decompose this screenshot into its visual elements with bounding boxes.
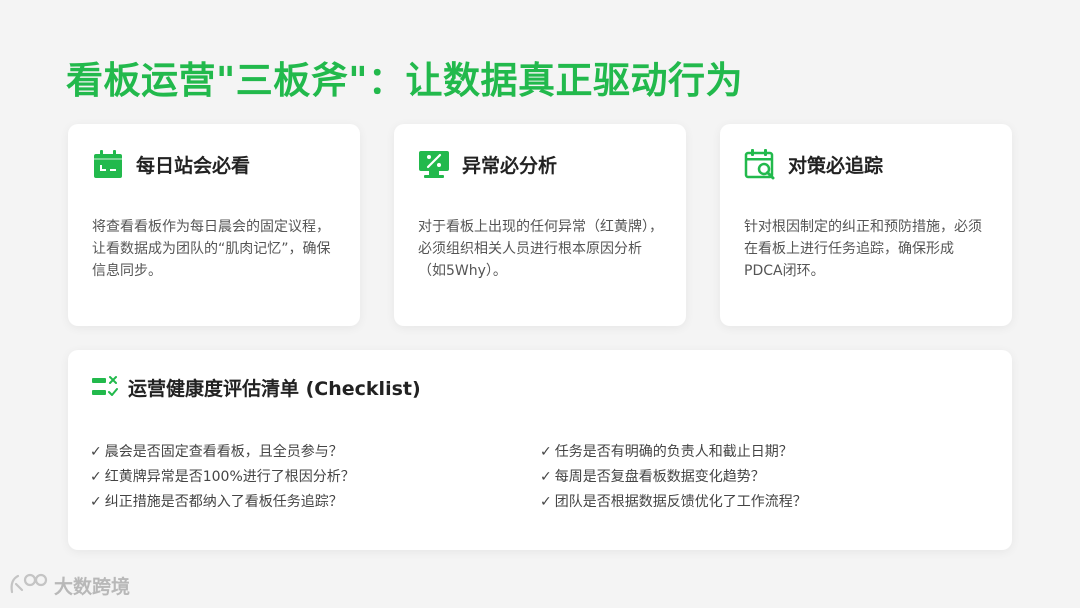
- card-title: 对策必追踪: [788, 154, 884, 177]
- checklist-item: ✓ 红黄牌异常是否100%进行了根因分析？: [90, 469, 355, 485]
- card-description: 对于看板上出现的任何异常（红黄牌），必须组织相关人员进行根本原因分析（如5Why…: [418, 219, 663, 279]
- checklist-icon: [92, 375, 118, 401]
- checklist-item: ✓ 团队是否根据数据反馈优化了工作流程？: [540, 494, 807, 510]
- checklist-title: 运营健康度评估清单 (Checklist): [128, 378, 421, 400]
- checklist-item: ✓ 每周是否复盘看板数据变化趋势？: [540, 469, 765, 485]
- card-countermeasure-tracking: 对策必追踪 针对根因制定的纠正和预防措施，必须在看板上进行任务追踪，确保形成PD…: [720, 124, 1012, 326]
- check-icon: ✓: [540, 494, 552, 510]
- watermark-text: 大数跨境: [54, 575, 131, 598]
- card-description: 将查看看板作为每日晨会的固定议程，让看数据成为团队的“肌肉记忆”，确保信息同步。: [92, 219, 331, 279]
- checklist-column-left: ✓ 晨会是否固定查看看板，且全员参与？ ✓ 红黄牌异常是否100%进行了根因分析？ …: [90, 440, 355, 515]
- checklist-item: ✓ 任务是否有明确的负责人和截止日期？: [540, 444, 793, 460]
- card-title: 异常必分析: [462, 154, 558, 177]
- watermark-logo-icon: [8, 570, 50, 600]
- check-icon: ✓: [90, 469, 102, 485]
- checklist-item: ✓ 纠正措施是否都纳入了看板任务追踪？: [90, 494, 343, 510]
- card-header: 每日站会必看: [92, 148, 250, 180]
- card-header: 异常必分析: [418, 148, 557, 180]
- watermark: 大数跨境: [8, 570, 130, 600]
- page-title: 看板运营"三板斧"：让数据真正驱动行为: [66, 59, 744, 102]
- calendar-icon: [92, 148, 124, 180]
- check-icon: ✓: [540, 444, 552, 460]
- card-description: 针对根因制定的纠正和预防措施，必须在看板上进行任务追踪，确保形成PDCA闭环。: [744, 219, 982, 279]
- checklist-item: ✓ 晨会是否固定查看看板，且全员参与？: [90, 444, 343, 460]
- monitor-percent-icon: [418, 148, 450, 180]
- card-daily-standup: 每日站会必看 将查看看板作为每日晨会的固定议程，让看数据成为团队的“肌肉记忆”，…: [68, 124, 360, 326]
- card-header: 对策必追踪: [744, 148, 883, 180]
- calendar-search-icon: [744, 148, 776, 180]
- check-icon: ✓: [540, 469, 552, 485]
- check-icon: ✓: [90, 494, 102, 510]
- checklist-column-right: ✓ 任务是否有明确的负责人和截止日期？ ✓ 每周是否复盘看板数据变化趋势？ ✓ 团队是…: [540, 440, 807, 515]
- check-icon: ✓: [90, 444, 102, 460]
- checklist-header: 运营健康度评估清单 (Checklist): [92, 374, 421, 401]
- card-title: 每日站会必看: [136, 154, 251, 177]
- card-anomaly-analysis: 异常必分析 对于看板上出现的任何异常（红黄牌），必须组织相关人员进行根本原因分析…: [394, 124, 686, 326]
- checklist-card: 运营健康度评估清单 (Checklist) ✓ 晨会是否固定查看看板，且全员参与？…: [68, 350, 1012, 550]
